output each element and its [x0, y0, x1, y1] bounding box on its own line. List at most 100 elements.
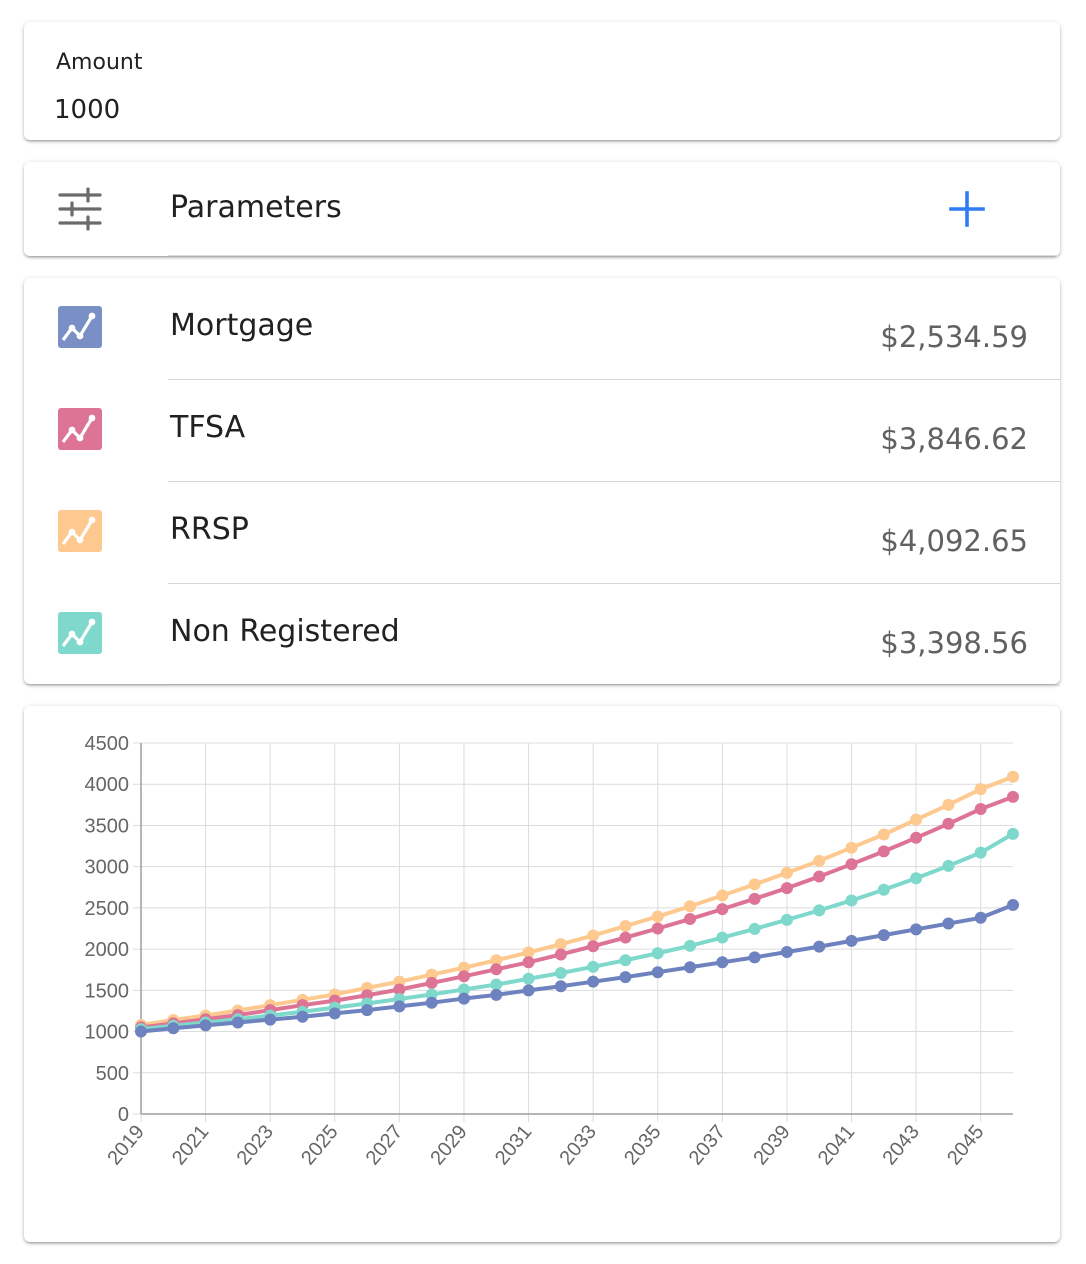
- account-name: Mortgage: [170, 308, 314, 343]
- list-item-tfsa[interactable]: TFSA $3,846.62: [24, 380, 1060, 482]
- data-point-tfsa: [619, 931, 632, 944]
- x-tick-label: 2039: [749, 1121, 794, 1169]
- list-item-non-registered[interactable]: Non Registered $3,398.56: [24, 584, 1060, 686]
- data-point-non-registered: [587, 960, 600, 973]
- y-tick-label: 2000: [85, 939, 130, 961]
- data-point-mortgage: [651, 966, 664, 979]
- y-tick-label: 4000: [85, 774, 130, 796]
- x-tick-label: 2021: [168, 1121, 213, 1169]
- data-point-mortgage: [684, 961, 697, 974]
- data-point-mortgage: [264, 1013, 277, 1026]
- y-tick-label: 3500: [85, 815, 130, 837]
- data-point-mortgage: [522, 984, 535, 997]
- account-value: $3,846.62: [880, 422, 1028, 456]
- data-point-rrsp: [813, 854, 826, 867]
- data-point-tfsa: [490, 963, 503, 976]
- data-point-mortgage: [877, 929, 890, 942]
- data-point-mortgage: [619, 971, 632, 984]
- x-tick-label: 2045: [943, 1121, 988, 1169]
- data-point-rrsp: [716, 889, 729, 902]
- data-point-mortgage: [457, 992, 470, 1005]
- data-point-mortgage: [135, 1025, 147, 1038]
- account-value: $2,534.59: [880, 320, 1028, 354]
- plus-icon[interactable]: [948, 190, 986, 228]
- x-tick-label: 2041: [814, 1121, 859, 1169]
- data-point-mortgage: [942, 917, 955, 930]
- divider: [168, 685, 1060, 686]
- data-point-mortgage: [328, 1007, 341, 1020]
- amount-input[interactable]: [54, 90, 554, 130]
- data-point-non-registered: [780, 913, 793, 926]
- x-tick-label: 2037: [685, 1121, 730, 1169]
- parameters-label: Parameters: [170, 190, 342, 225]
- amount-label: Amount: [56, 50, 143, 75]
- account-name: RRSP: [170, 512, 249, 547]
- accounts-list: Mortgage $2,534.59 TFSA $3,846.62 RRSP $…: [24, 278, 1060, 686]
- x-tick-label: 2025: [297, 1121, 342, 1169]
- data-point-rrsp: [1007, 770, 1019, 783]
- y-tick-label: 3000: [85, 857, 130, 879]
- data-point-mortgage: [845, 934, 858, 947]
- list-item-mortgage[interactable]: Mortgage $2,534.59: [24, 278, 1060, 380]
- account-value: $3,398.56: [880, 626, 1028, 660]
- data-point-tfsa: [684, 913, 697, 926]
- data-point-rrsp: [845, 841, 858, 854]
- data-point-mortgage: [813, 940, 826, 953]
- data-point-non-registered: [942, 859, 955, 872]
- data-point-non-registered: [684, 939, 697, 952]
- chart-line-icon: [58, 612, 102, 654]
- data-point-non-registered: [522, 972, 535, 985]
- data-point-rrsp: [587, 929, 600, 942]
- data-point-mortgage: [910, 923, 923, 936]
- amount-card: Amount: [24, 22, 1060, 140]
- data-point-mortgage: [716, 956, 729, 969]
- data-point-mortgage: [974, 911, 987, 924]
- x-tick-label: 2019: [103, 1121, 148, 1169]
- divider: [168, 255, 1060, 256]
- y-tick-label: 0: [118, 1104, 129, 1126]
- account-name: Non Registered: [170, 614, 400, 649]
- data-point-mortgage: [393, 1000, 406, 1013]
- data-point-non-registered: [974, 846, 987, 859]
- data-point-tfsa: [780, 882, 793, 895]
- tune-icon: [58, 187, 102, 231]
- data-point-mortgage: [296, 1010, 309, 1023]
- growth-line-chart: 0 500 1000 1500 2000 2500 3000 3500 4000 4500 2019…: [85, 733, 1019, 1169]
- data-point-rrsp: [619, 920, 632, 933]
- list-item-rrsp[interactable]: RRSP $4,092.65: [24, 482, 1060, 584]
- data-point-mortgage: [748, 951, 761, 964]
- x-tick-label: 2043: [878, 1121, 923, 1169]
- x-tick-label: 2027: [362, 1121, 407, 1169]
- x-tick-label: 2033: [556, 1121, 601, 1169]
- data-point-mortgage: [167, 1022, 180, 1035]
- account-value: $4,092.65: [880, 524, 1028, 558]
- y-tick-label: 1000: [85, 1022, 130, 1044]
- data-point-non-registered: [619, 954, 632, 967]
- data-point-rrsp: [974, 783, 987, 796]
- y-tick-label: 1500: [85, 980, 130, 1002]
- y-tick-label: 2500: [85, 898, 130, 920]
- data-point-non-registered: [490, 978, 503, 991]
- data-point-rrsp: [780, 866, 793, 879]
- data-point-mortgage: [554, 980, 567, 993]
- data-point-tfsa: [1007, 790, 1019, 803]
- data-point-tfsa: [910, 831, 923, 844]
- data-point-mortgage: [231, 1016, 244, 1029]
- data-point-non-registered: [1007, 827, 1019, 840]
- account-name: TFSA: [170, 410, 246, 445]
- data-point-tfsa: [877, 845, 890, 858]
- data-point-tfsa: [845, 858, 858, 871]
- data-point-non-registered: [813, 904, 826, 917]
- data-point-non-registered: [910, 872, 923, 885]
- data-point-rrsp: [877, 828, 890, 841]
- data-point-rrsp: [910, 813, 923, 826]
- chart-card: 0 500 1000 1500 2000 2500 3000 3500 4000 4500 2019…: [24, 706, 1060, 1242]
- data-point-tfsa: [813, 870, 826, 883]
- data-point-mortgage: [361, 1004, 374, 1017]
- data-point-rrsp: [748, 878, 761, 891]
- parameters-card[interactable]: Parameters: [24, 162, 1060, 256]
- data-point-tfsa: [554, 948, 567, 961]
- data-point-mortgage: [425, 996, 438, 1009]
- data-point-tfsa: [748, 892, 761, 905]
- data-point-rrsp: [651, 910, 664, 923]
